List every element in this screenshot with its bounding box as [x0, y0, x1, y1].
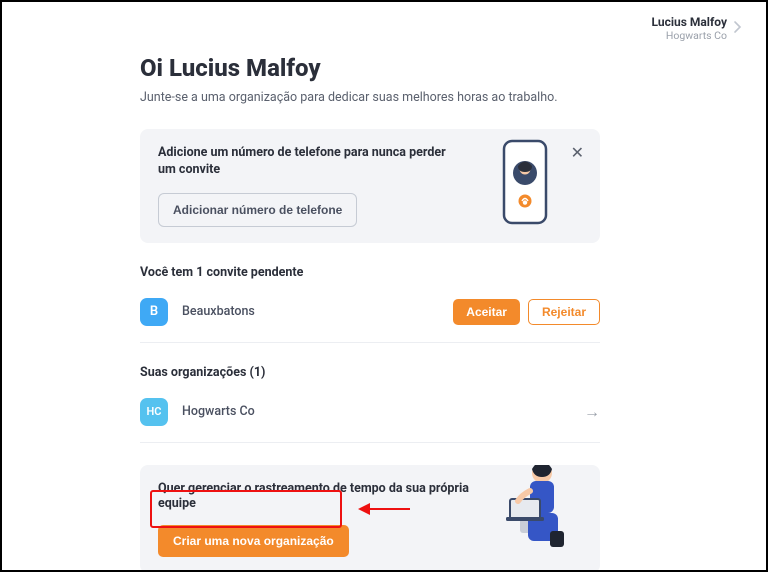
invite-org-name: Beauxbatons	[182, 304, 453, 319]
reject-button[interactable]: Rejeitar	[528, 299, 600, 325]
pending-invites-title: Você tem 1 convite pendente	[140, 265, 600, 280]
chevron-right-icon	[733, 19, 742, 38]
phone-banner: Adicione um número de telefone para nunc…	[140, 129, 600, 243]
org-row[interactable]: HC Hogwarts Co →	[140, 394, 600, 443]
org-avatar: HC	[140, 398, 168, 426]
phone-banner-title: Adicione um número de telefone para nunc…	[158, 145, 448, 179]
header-user-name: Lucius Malfoy	[652, 16, 728, 30]
person-laptop-illustration-icon	[470, 465, 590, 555]
header-company: Hogwarts Co	[652, 30, 728, 42]
phone-illustration-icon	[498, 139, 552, 229]
add-phone-button[interactable]: Adicionar número de telefone	[158, 193, 357, 227]
create-org-title: Quer gerenciar o rastreamento de tempo d…	[158, 481, 478, 511]
page-title: Oi Lucius Malfoy	[140, 54, 600, 82]
create-org-button[interactable]: Criar uma nova organização	[158, 525, 349, 557]
invite-row: B Beauxbatons Aceitar Rejeitar	[140, 294, 600, 343]
user-header-text: Lucius Malfoy Hogwarts Co	[652, 16, 728, 42]
org-name: Hogwarts Co	[182, 404, 584, 419]
accept-button[interactable]: Aceitar	[453, 299, 520, 325]
arrow-right-icon: →	[584, 402, 600, 422]
your-orgs-title: Suas organizações (1)	[140, 365, 600, 380]
create-org-banner: Quer gerenciar o rastreamento de tempo d…	[140, 465, 600, 572]
close-icon[interactable]: ✕	[571, 143, 584, 163]
user-switcher[interactable]: Lucius Malfoy Hogwarts Co	[652, 16, 743, 42]
page-subtitle: Junte-se a uma organização para dedicar …	[140, 90, 600, 105]
org-avatar: B	[140, 298, 168, 326]
page-frame: Lucius Malfoy Hogwarts Co Oi Lucius Malf…	[0, 0, 768, 572]
